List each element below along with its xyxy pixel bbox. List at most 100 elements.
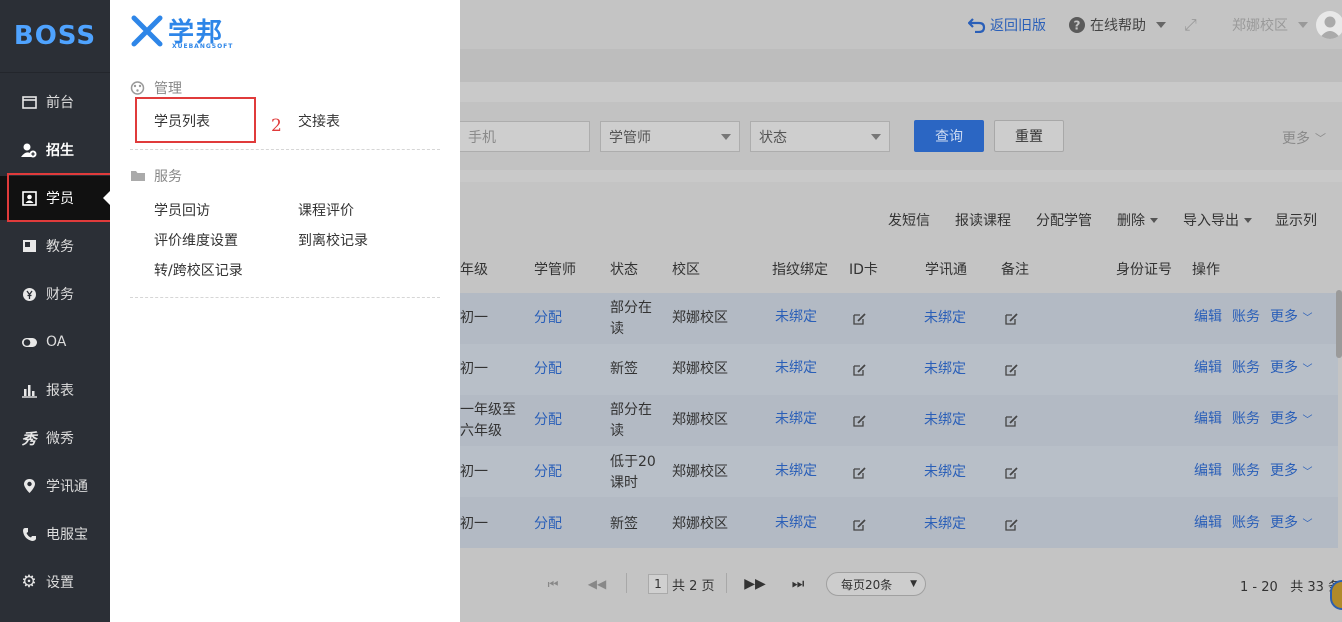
breadcrumb-band <box>460 49 1342 82</box>
menu-item-arrival-record[interactable]: 到离校记录 <box>298 230 368 250</box>
assign-manager-button[interactable]: 分配学管 <box>1036 210 1092 230</box>
fingerprint-bind-link[interactable]: 未绑定 <box>775 513 817 534</box>
assign-link[interactable]: 分配 <box>534 410 562 431</box>
edit-link[interactable]: 编辑 <box>1194 513 1222 534</box>
enroll-course-button[interactable]: 报读课程 <box>955 210 1011 230</box>
query-button[interactable]: 查询 <box>914 120 984 152</box>
edit-icon[interactable] <box>1005 414 1018 427</box>
menu-item-handover[interactable]: 交接表 <box>298 111 340 131</box>
edit-icon[interactable] <box>853 312 866 325</box>
assign-link[interactable]: 分配 <box>534 359 562 380</box>
edit-link[interactable]: 编辑 <box>1194 461 1222 482</box>
table-row[interactable]: 初一 分配 新签 郑娜校区 未绑定 未绑定 编辑 账务 更多 ﹀ <box>460 497 1338 548</box>
sidebar-item-label: 财务 <box>46 287 74 303</box>
sidebar-item-frontdesk[interactable]: 前台 <box>0 80 110 124</box>
xuexuntong-bind-link[interactable]: 未绑定 <box>924 359 966 380</box>
campus-selector[interactable]: 郑娜校区 <box>1232 15 1308 35</box>
import-export-button[interactable]: 导入导出 <box>1183 210 1252 230</box>
edit-link[interactable]: 编辑 <box>1194 307 1222 328</box>
fullscreen-icon[interactable]: ⤢ <box>1184 15 1197 35</box>
sidebar-item-xuexuntong[interactable]: 学讯通 <box>0 464 110 508</box>
calendar-icon <box>20 93 38 111</box>
bar-chart-icon <box>20 381 38 399</box>
menu-item-transfer-record[interactable]: 转/跨校区记录 <box>154 260 243 280</box>
send-sms-button[interactable]: 发短信 <box>888 210 930 230</box>
menu-item-course-review[interactable]: 课程评价 <box>298 200 354 220</box>
back-to-old-version[interactable]: 返回旧版 <box>968 15 1046 35</box>
book-icon <box>20 237 38 255</box>
more-link[interactable]: 更多 ﹀ <box>1270 358 1312 380</box>
menu-item-review-dimension[interactable]: 评价维度设置 <box>154 230 238 250</box>
more-link[interactable]: 更多 ﹀ <box>1270 461 1312 483</box>
next-page-icon[interactable]: ▶▶ <box>742 574 768 594</box>
edit-icon[interactable] <box>1005 518 1018 531</box>
first-page-icon[interactable]: ⏮ <box>540 574 566 594</box>
more-filters[interactable]: 更多 ﹀ <box>1282 128 1326 148</box>
more-link[interactable]: 更多 ﹀ <box>1270 307 1312 329</box>
edit-link[interactable]: 编辑 <box>1194 409 1222 430</box>
manager-select[interactable]: 学管师 <box>600 121 740 152</box>
more-link[interactable]: 更多 ﹀ <box>1270 513 1312 535</box>
table-row[interactable]: 初一 分配 部分在读 郑娜校区 未绑定 未绑定 编辑 账务 更多 ﹀ <box>460 293 1338 344</box>
page-number-input[interactable]: 1 <box>648 574 668 594</box>
status-select[interactable]: 状态 <box>750 121 890 152</box>
sidebar-item-settings[interactable]: ⚙ 设置 <box>0 560 110 604</box>
assign-link[interactable]: 分配 <box>534 462 562 483</box>
sidebar-item-oa[interactable]: OA <box>0 320 110 364</box>
student-menu-popup: 学邦 XUEBANGSOFT 管理 学员列表 交接表 服务 学员回访 课程评价 … <box>110 0 460 622</box>
sidebar-item-reports[interactable]: 报表 <box>0 368 110 412</box>
edit-icon[interactable] <box>853 414 866 427</box>
scrollbar[interactable] <box>1336 290 1342 358</box>
fingerprint-bind-link[interactable]: 未绑定 <box>775 461 817 482</box>
edit-icon[interactable] <box>1005 363 1018 376</box>
edit-icon[interactable] <box>853 363 866 376</box>
sidebar-item-label: 设置 <box>46 575 74 591</box>
sidebar-item-academic[interactable]: 教务 <box>0 224 110 268</box>
divider <box>626 573 627 593</box>
xuexuntong-bind-link[interactable]: 未绑定 <box>924 462 966 483</box>
xuexuntong-bind-link[interactable]: 未绑定 <box>924 410 966 431</box>
annotation-number-2: 2 <box>271 116 282 136</box>
fingerprint-bind-link[interactable]: 未绑定 <box>775 307 817 328</box>
online-help[interactable]: ? 在线帮助 <box>1068 15 1166 35</box>
prev-page-icon[interactable]: ◀◀ <box>584 574 610 594</box>
table-row[interactable]: 初一 分配 新签 郑娜校区 未绑定 未绑定 编辑 账务 更多 ﹀ <box>460 344 1338 395</box>
edit-icon[interactable] <box>1005 466 1018 479</box>
fingerprint-bind-link[interactable]: 未绑定 <box>775 358 817 379</box>
cell-status: 低于20课时 <box>610 454 656 491</box>
avatar[interactable] <box>1316 11 1342 39</box>
menu-item-student-visit[interactable]: 学员回访 <box>154 200 210 220</box>
xuebang-x-icon <box>131 15 163 46</box>
xuexuntong-bind-link[interactable]: 未绑定 <box>924 308 966 329</box>
edit-icon[interactable] <box>853 466 866 479</box>
table-row[interactable]: 一年级至六年级 分配 部分在读 郑娜校区 未绑定 未绑定 编辑 账务 更多 ﹀ <box>460 395 1338 446</box>
account-link[interactable]: 账务 <box>1232 307 1260 328</box>
fingerprint-bind-link[interactable]: 未绑定 <box>775 409 817 430</box>
account-link[interactable]: 账务 <box>1232 461 1260 482</box>
last-page-icon[interactable]: ⏭ <box>785 574 811 594</box>
sidebar-item-dianfubao[interactable]: 电服宝 <box>0 512 110 556</box>
sidebar-item-finance[interactable]: 财务 <box>0 272 110 316</box>
floating-chat-icon[interactable] <box>1330 580 1342 610</box>
assign-link[interactable]: 分配 <box>534 514 562 535</box>
account-link[interactable]: 账务 <box>1232 358 1260 379</box>
edit-icon[interactable] <box>853 518 866 531</box>
assign-link[interactable]: 分配 <box>534 308 562 329</box>
boss-logo[interactable]: BOSS <box>0 0 110 73</box>
delete-button[interactable]: 删除 <box>1117 210 1158 230</box>
per-page-select[interactable]: 每页20条 ▼ <box>826 572 926 596</box>
show-columns-button[interactable]: 显示列 <box>1275 210 1317 230</box>
phone-search-input[interactable]: 手机 <box>460 121 590 152</box>
sidebar-item-weixiu[interactable]: 秀 微秀 <box>0 416 110 460</box>
more-link[interactable]: 更多 ﹀ <box>1270 409 1312 431</box>
account-link[interactable]: 账务 <box>1232 409 1260 430</box>
more-label: 更多 <box>1270 360 1298 376</box>
edit-icon[interactable] <box>1005 312 1018 325</box>
reset-button[interactable]: 重置 <box>994 120 1064 152</box>
sidebar-item-enroll[interactable]: 招生 <box>0 128 110 172</box>
xuexuntong-bind-link[interactable]: 未绑定 <box>924 514 966 535</box>
edit-link[interactable]: 编辑 <box>1194 358 1222 379</box>
account-link[interactable]: 账务 <box>1232 513 1260 534</box>
table-row[interactable]: 初一 分配 低于20课时 郑娜校区 未绑定 未绑定 编辑 账务 更多 ﹀ <box>460 446 1338 497</box>
more-label: 更多 <box>1270 515 1298 531</box>
